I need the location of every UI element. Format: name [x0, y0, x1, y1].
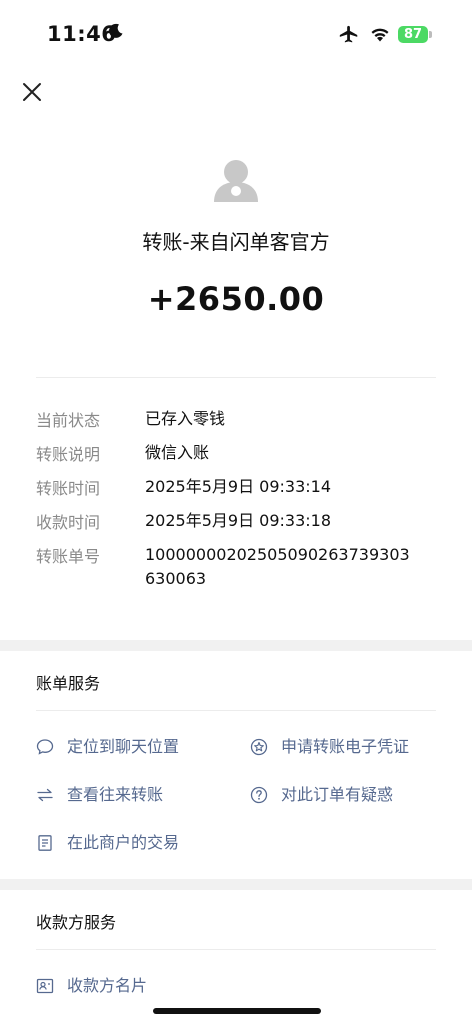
chat-bubble-icon — [36, 739, 54, 755]
airplane-icon — [339, 25, 358, 43]
detail-value: 已存入零钱 — [145, 409, 226, 428]
close-icon[interactable] — [20, 80, 44, 104]
avatar — [214, 160, 258, 202]
section-gap — [0, 640, 472, 651]
document-icon — [38, 835, 52, 851]
payee-card-button[interactable]: 收款方名片 — [36, 974, 226, 998]
transfer-title: 转账-来自闪单客官方 — [142, 230, 330, 254]
bill-services-title: 账单服务 — [36, 674, 101, 693]
detail-value: 2025年5月9日 09:33:18 — [145, 511, 332, 530]
service-label: 对此订单有疑惑 — [281, 785, 394, 804]
status-bar: 11:46 87 — [0, 0, 472, 70]
merchant-transactions-button[interactable]: 在此商户的交易 — [36, 831, 226, 855]
wifi-icon — [371, 28, 389, 42]
payee-services-title: 收款方服务 — [36, 913, 117, 932]
request-e-voucher-button[interactable]: 申请转账电子凭证 — [250, 735, 440, 759]
detail-value: 2025年5月9日 09:33:14 — [145, 477, 332, 496]
section-gap — [0, 879, 472, 890]
divider — [36, 710, 436, 711]
detail-key: 转账单号 — [36, 547, 101, 566]
detail-key: 转账说明 — [36, 445, 101, 464]
home-indicator[interactable] — [153, 1008, 321, 1014]
transfer-amount: +2650.00 — [147, 280, 325, 318]
question-icon — [250, 786, 268, 804]
detail-key: 当前状态 — [36, 411, 101, 430]
contact-card-icon — [36, 978, 54, 994]
service-label: 收款方名片 — [67, 976, 148, 995]
locate-chat-button[interactable]: 定位到聊天位置 — [36, 735, 226, 759]
battery-tip — [429, 31, 432, 38]
service-label: 申请转账电子凭证 — [281, 737, 410, 756]
detail-key: 收款时间 — [36, 513, 101, 532]
status-time: 11:46 — [47, 22, 117, 46]
divider — [36, 377, 436, 378]
detail-key: 转账时间 — [36, 479, 101, 498]
service-label: 查看往来转账 — [67, 785, 164, 804]
service-label: 定位到聊天位置 — [67, 737, 180, 756]
order-question-button[interactable]: 对此订单有疑惑 — [250, 783, 440, 807]
certificate-icon — [250, 738, 268, 756]
service-label: 在此商户的交易 — [67, 833, 180, 852]
detail-value: 微信入账 — [145, 443, 210, 462]
swap-arrows-icon — [37, 788, 53, 802]
view-transfers-button[interactable]: 查看往来转账 — [36, 783, 226, 807]
detail-value-transfer-id[interactable]: 10000000202505090263739303630063 — [145, 543, 410, 591]
moon-icon — [109, 23, 123, 38]
battery-level: 87 — [403, 27, 423, 42]
battery-icon: 87 — [398, 26, 428, 43]
divider — [36, 949, 436, 950]
